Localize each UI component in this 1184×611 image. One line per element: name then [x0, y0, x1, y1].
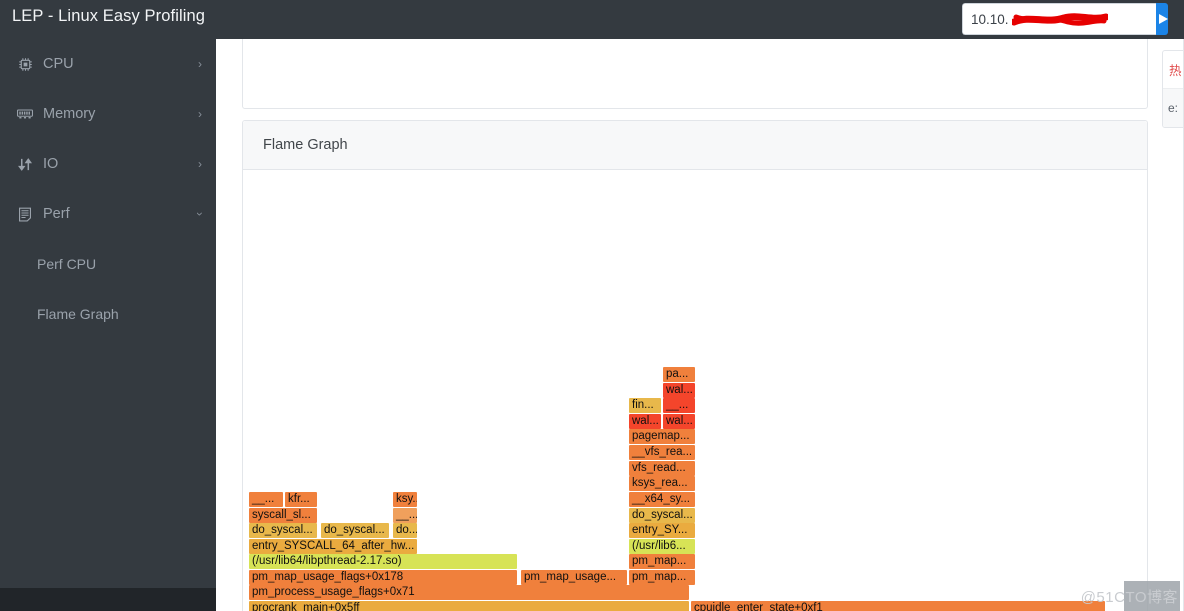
- flame-frame[interactable]: __...: [393, 508, 417, 523]
- flame-frame[interactable]: wal...: [629, 414, 661, 429]
- secondary-panel-peek[interactable]: 热 e:: [1162, 50, 1184, 128]
- sidebar-item-label: CPU: [43, 56, 198, 72]
- flame-graph-canvas: rootlepdswapper([unknown])secondary_star…: [243, 170, 1147, 611]
- flame-frame[interactable]: __...: [663, 398, 695, 413]
- sidebar-sub-item-label: Flame Graph: [37, 306, 119, 322]
- secondary-panel-subtext: e:: [1163, 89, 1183, 127]
- chevron-right-icon: ›: [198, 58, 202, 70]
- content-area: lepd 0.54% [kernel.kallsyms] [k] ksys_ls…: [216, 39, 1184, 611]
- flame-frame[interactable]: do_syscal...: [321, 523, 389, 538]
- sidebar-item-label: Perf: [43, 206, 198, 222]
- memory-stick-icon: [16, 105, 34, 123]
- flame-frame[interactable]: ksys_rea...: [629, 476, 695, 491]
- watermark: @51CTO博客: [1081, 586, 1178, 607]
- chevron-down-icon: ›: [194, 212, 206, 216]
- target-address-group: [962, 3, 1168, 35]
- target-address-input[interactable]: [962, 3, 1156, 35]
- flame-frame[interactable]: entry_SY...: [629, 523, 695, 538]
- sidebar: CPU › Memory ›: [0, 39, 216, 588]
- flame-frame[interactable]: vfs_read...: [629, 461, 695, 476]
- flame-frame[interactable]: pm_map...: [629, 554, 695, 569]
- sidebar-item-label: Memory: [43, 106, 198, 122]
- flame-graph-body: rootlepdswapper([unknown])secondary_star…: [243, 170, 1147, 611]
- sidebar-item-label: IO: [43, 156, 198, 172]
- flame-frame[interactable]: __vfs_rea...: [629, 445, 695, 460]
- app-root: LEP - Linux Easy Profiling: [0, 0, 1184, 611]
- sidebar-item-perf[interactable]: Perf ›: [0, 189, 216, 239]
- flame-frame[interactable]: fin...: [629, 398, 661, 413]
- sidebar-item-io[interactable]: IO ›: [0, 139, 216, 189]
- sidebar-sub-item-label: Perf CPU: [37, 256, 96, 272]
- secondary-panel-title: 热: [1163, 51, 1183, 89]
- flame-frame[interactable]: __...: [249, 492, 283, 507]
- sidebar-item-cpu[interactable]: CPU ›: [0, 39, 216, 89]
- flame-graph-card: Flame Graph rootlepdswapper([unknown])se…: [242, 120, 1148, 611]
- perf-report-card: lepd 0.54% [kernel.kallsyms] [k] ksys_ls…: [242, 39, 1148, 109]
- flame-frame[interactable]: syscall_sl...: [249, 508, 317, 523]
- flame-frame[interactable]: do_syscal...: [249, 523, 317, 538]
- flame-frame[interactable]: ksy...: [393, 492, 417, 507]
- flame-frame[interactable]: wal...: [663, 414, 695, 429]
- flame-graph-card-header: Flame Graph: [243, 121, 1147, 170]
- connect-button[interactable]: [1156, 3, 1168, 35]
- flame-frame[interactable]: pm_map_usage_flags+0x178: [249, 570, 517, 585]
- flame-frame[interactable]: pm_map...: [629, 570, 695, 585]
- flame-frame[interactable]: (/usr/lib6...: [629, 539, 695, 554]
- sidebar-item-perf-cpu[interactable]: Perf CPU: [0, 239, 216, 289]
- flame-graph-title: Flame Graph: [263, 137, 348, 153]
- cpu-chip-icon: [16, 55, 34, 73]
- chevron-right-icon: ›: [198, 158, 202, 170]
- io-arrows-icon: [16, 155, 34, 173]
- flame-frame[interactable]: pa...: [663, 367, 695, 382]
- flame-frame[interactable]: do_syscal...: [629, 508, 695, 523]
- flame-frame[interactable]: __x64_sy...: [629, 492, 695, 507]
- sidebar-footer: [0, 588, 216, 611]
- flame-frame[interactable]: pagemap...: [629, 429, 695, 444]
- flame-frame[interactable]: cpuidle_enter_state+0xf1: [691, 601, 1105, 611]
- flame-frame[interactable]: pm_map_usage...: [521, 570, 627, 585]
- flame-frame[interactable]: pm_process_usage_flags+0x71: [249, 585, 689, 600]
- play-icon: [1156, 12, 1168, 26]
- flame-frame[interactable]: kfr...: [285, 492, 317, 507]
- perf-list-icon: [16, 205, 34, 223]
- sidebar-item-memory[interactable]: Memory ›: [0, 89, 216, 139]
- flame-frame[interactable]: wal...: [663, 383, 695, 398]
- app-title: LEP - Linux Easy Profiling: [12, 7, 205, 26]
- flame-frame[interactable]: procrank_main+0x5ff: [249, 601, 689, 611]
- flame-frame[interactable]: do...: [393, 523, 417, 538]
- top-bar: LEP - Linux Easy Profiling: [0, 0, 1184, 39]
- flame-frame[interactable]: (/usr/lib64/libpthread-2.17.so): [249, 554, 517, 569]
- sidebar-item-flame-graph[interactable]: Flame Graph: [0, 289, 216, 339]
- chevron-right-icon: ›: [198, 108, 202, 120]
- flame-frame[interactable]: entry_SYSCALL_64_after_hw...: [249, 539, 417, 554]
